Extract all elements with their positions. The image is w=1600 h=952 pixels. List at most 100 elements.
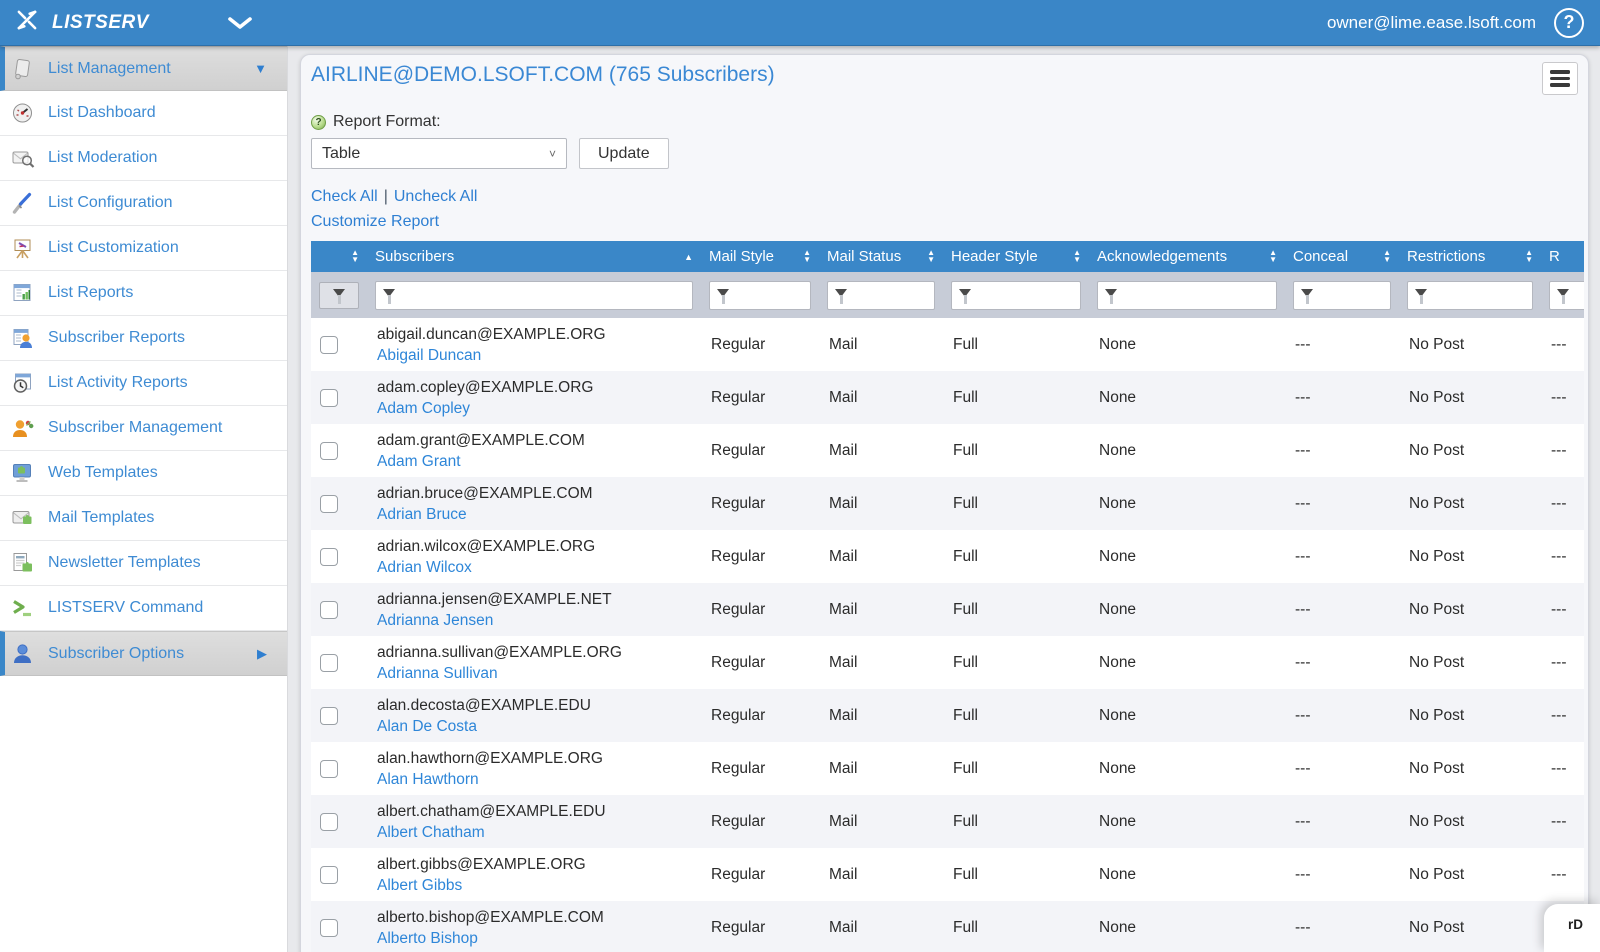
chart-sheet-icon bbox=[9, 281, 36, 306]
sidebar-item-list-customization[interactable]: List Customization bbox=[0, 226, 287, 271]
uncheck-all-link[interactable]: Uncheck All bbox=[394, 188, 478, 205]
subscriber-cell: alberto.bishop@EXAMPLE.COM Alberto Bisho… bbox=[367, 901, 701, 952]
restrictions-cell: No Post bbox=[1399, 848, 1541, 901]
sidebar-item-newsletter-templates[interactable]: Newsletter Templates bbox=[0, 541, 287, 586]
sidebar-item-mail-templates[interactable]: Mail Templates bbox=[0, 496, 287, 541]
sort-icon[interactable]: ▲▼ bbox=[1383, 250, 1391, 263]
column-header-renewal-truncated[interactable]: R bbox=[1541, 241, 1584, 272]
column-header-header-style[interactable]: Header Style▲▼ bbox=[943, 241, 1089, 272]
subscriber-name-link[interactable]: Abigail Duncan bbox=[377, 345, 481, 366]
filter-button[interactable] bbox=[319, 282, 359, 309]
column-header-select[interactable]: ▲▼ bbox=[311, 241, 367, 272]
sidebar-item-web-templates[interactable]: Web Templates bbox=[0, 451, 287, 496]
subscriber-name-link[interactable]: Alberto Bishop bbox=[377, 928, 478, 949]
filter-input-subscribers[interactable] bbox=[376, 282, 692, 309]
sidebar-item-listserv-command[interactable]: LISTSERV Command bbox=[0, 586, 287, 631]
subscriber-name-link[interactable]: Adam Grant bbox=[377, 451, 461, 472]
acknowledgements-cell: None bbox=[1089, 795, 1285, 848]
sidebar-item-subscriber-reports[interactable]: Subscriber Reports bbox=[0, 316, 287, 361]
row-checkbox[interactable] bbox=[320, 495, 338, 513]
renewal-cell: --- bbox=[1541, 424, 1584, 477]
conceal-cell: --- bbox=[1285, 583, 1399, 636]
mail-status-cell: Mail bbox=[819, 318, 943, 371]
corner-overlay[interactable]: rD bbox=[1544, 904, 1600, 952]
filter-input-acknowledgements[interactable] bbox=[1098, 282, 1276, 309]
restrictions-cell: No Post bbox=[1399, 477, 1541, 530]
sidebar-item-list-reports[interactable]: List Reports bbox=[0, 271, 287, 316]
row-checkbox[interactable] bbox=[320, 336, 338, 354]
easel-icon bbox=[9, 236, 36, 261]
mail-style-cell: Regular bbox=[701, 371, 819, 424]
row-checkbox[interactable] bbox=[320, 442, 338, 460]
subscriber-name-link[interactable]: Adrianna Sullivan bbox=[377, 663, 498, 684]
subscriber-name-link[interactable]: Adrianna Jensen bbox=[377, 610, 493, 631]
chevron-down-icon[interactable] bbox=[227, 16, 253, 30]
clock-sheet-icon bbox=[9, 371, 36, 396]
subscriber-email: alberto.bishop@EXAMPLE.COM bbox=[377, 907, 693, 928]
row-checkbox[interactable] bbox=[320, 601, 338, 619]
sidebar-item-list-dashboard[interactable]: List Dashboard bbox=[0, 91, 287, 136]
sort-icon[interactable]: ▲▼ bbox=[351, 250, 359, 263]
subscriber-name-link[interactable]: Albert Chatham bbox=[377, 822, 485, 843]
mail-style-cell: Regular bbox=[701, 583, 819, 636]
hamburger-menu-button[interactable] bbox=[1542, 62, 1578, 95]
row-checkbox[interactable] bbox=[320, 548, 338, 566]
listserv-brand[interactable]: LISTSERV bbox=[0, 7, 149, 38]
row-checkbox[interactable] bbox=[320, 919, 338, 937]
report-format-help-icon[interactable]: ? bbox=[311, 115, 326, 130]
customize-report-link[interactable]: Customize Report bbox=[311, 213, 439, 230]
mail-status-cell: Mail bbox=[819, 795, 943, 848]
filter-cell-mail-style bbox=[701, 272, 819, 318]
update-button[interactable]: Update bbox=[579, 138, 669, 169]
row-checkbox[interactable] bbox=[320, 389, 338, 407]
sidebar-item-list-management[interactable]: List Management ▼ bbox=[0, 46, 287, 91]
sort-icon[interactable]: ▲▼ bbox=[927, 250, 935, 263]
sidebar-item-subscriber-options[interactable]: Subscriber Options ▶ bbox=[0, 631, 287, 676]
restrictions-cell: No Post bbox=[1399, 583, 1541, 636]
customize-report-row: Customize Report bbox=[311, 213, 1588, 231]
subscriber-name-link[interactable]: Adrian Wilcox bbox=[377, 557, 472, 578]
sort-icon[interactable]: ▲▼ bbox=[1073, 250, 1081, 263]
row-checkbox[interactable] bbox=[320, 813, 338, 831]
subscriber-name-link[interactable]: Albert Gibbs bbox=[377, 875, 462, 896]
sort-asc-icon[interactable]: ▲ bbox=[684, 252, 693, 262]
column-header-mail-style[interactable]: Mail Style▲▼ bbox=[701, 241, 819, 272]
sort-icon[interactable]: ▲▼ bbox=[803, 250, 811, 263]
acknowledgements-cell: None bbox=[1089, 371, 1285, 424]
sort-icon[interactable]: ▲▼ bbox=[1269, 250, 1277, 263]
mail-puzzle-icon bbox=[9, 506, 36, 531]
hamburger-bar bbox=[1550, 70, 1570, 74]
subscriber-name-link[interactable]: Adrian Bruce bbox=[377, 504, 467, 525]
sidebar-item-list-moderation[interactable]: List Moderation bbox=[0, 136, 287, 181]
subscriber-name-link[interactable]: Alan Hawthorn bbox=[377, 769, 479, 790]
sidebar-item-list-activity-reports[interactable]: List Activity Reports bbox=[0, 361, 287, 406]
mail-status-cell: Mail bbox=[819, 424, 943, 477]
row-checkbox[interactable] bbox=[320, 707, 338, 725]
sort-icon[interactable]: ▲▼ bbox=[1525, 250, 1533, 263]
column-header-subscribers[interactable]: Subscribers▲ bbox=[367, 241, 701, 272]
sidebar-item-subscriber-management[interactable]: Subscriber Management bbox=[0, 406, 287, 451]
row-checkbox[interactable] bbox=[320, 866, 338, 884]
report-format-select[interactable]: Table ˅ bbox=[311, 138, 567, 169]
header-style-cell: Full bbox=[943, 530, 1089, 583]
mail-status-cell: Mail bbox=[819, 901, 943, 952]
subscriber-cell: adrian.bruce@EXAMPLE.COM Adrian Bruce bbox=[367, 477, 701, 530]
column-header-conceal[interactable]: Conceal▲▼ bbox=[1285, 241, 1399, 272]
header-style-cell: Full bbox=[943, 371, 1089, 424]
sidebar-item-list-configuration[interactable]: List Configuration bbox=[0, 181, 287, 226]
column-header-restrictions[interactable]: Restrictions▲▼ bbox=[1399, 241, 1541, 272]
mail-status-cell: Mail bbox=[819, 477, 943, 530]
column-header-acknowledgements[interactable]: Acknowledgements▲▼ bbox=[1089, 241, 1285, 272]
row-checkbox[interactable] bbox=[320, 654, 338, 672]
check-all-link[interactable]: Check All bbox=[311, 188, 378, 205]
subscribers-table: ▲▼ Subscribers▲ Mail Style▲▼ Mail Status… bbox=[311, 241, 1584, 952]
subscriber-name-link[interactable]: Alan De Costa bbox=[377, 716, 477, 737]
conceal-cell: --- bbox=[1285, 636, 1399, 689]
restrictions-cell: No Post bbox=[1399, 795, 1541, 848]
row-checkbox[interactable] bbox=[320, 760, 338, 778]
column-header-mail-status[interactable]: Mail Status▲▼ bbox=[819, 241, 943, 272]
subscriber-name-link[interactable]: Adam Copley bbox=[377, 398, 470, 419]
subscriber-email: adam.grant@EXAMPLE.COM bbox=[377, 430, 693, 451]
report-format-label: Report Format: bbox=[333, 113, 441, 131]
help-icon[interactable]: ? bbox=[1554, 8, 1584, 38]
